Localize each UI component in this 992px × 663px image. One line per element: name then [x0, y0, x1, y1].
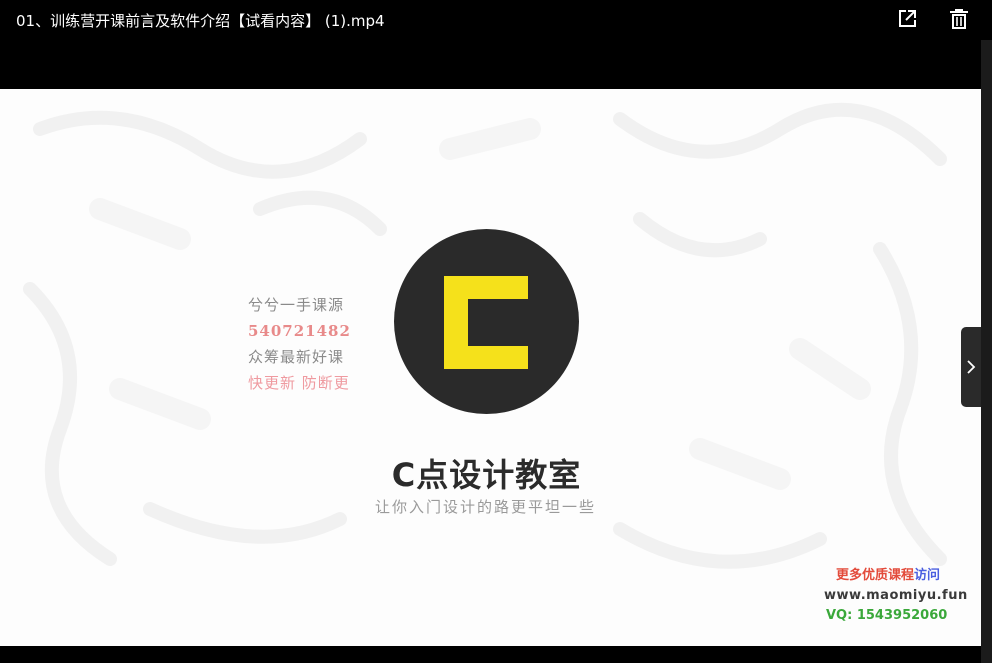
text-watermark: 兮兮一手课源 540721482 众筹最新好课 快更新 防断更	[248, 292, 368, 396]
watermark-line: 兮兮一手课源	[248, 296, 345, 314]
open-external-button[interactable]	[894, 6, 920, 32]
brand-slogan: 让你入门设计的路更平坦一些	[374, 498, 596, 516]
corner-watermark-line3: VQ: 1543952060	[826, 608, 948, 623]
corner-watermark-line2: www.maomiyu.fun	[824, 588, 968, 603]
title-bar: 01、训练营开课前言及软件介绍【试看内容】 (1).mp4	[0, 0, 992, 40]
delete-button[interactable]	[946, 6, 972, 32]
watermark-line: 快更新 防断更	[248, 374, 350, 392]
open-in-new-icon	[899, 10, 916, 27]
corner-watermark-line1: 更多优质课程访问	[836, 568, 941, 583]
next-item-button[interactable]	[961, 327, 981, 407]
chevron-right-icon	[967, 360, 976, 374]
video-frame[interactable]: C点设计教室 让你入门设计的路更平坦一些 兮兮一手课源 540721482 众筹…	[0, 89, 981, 646]
trash-icon	[950, 9, 968, 29]
file-title: 01、训练营开课前言及软件介绍【试看内容】 (1).mp4	[16, 12, 385, 30]
watermark-line: 540721482	[248, 322, 351, 340]
media-viewer: 01、训练营开课前言及软件介绍【试看内容】 (1).mp4 C点设计教室 让你入…	[0, 0, 992, 663]
watermark-line: 众筹最新好课	[248, 348, 345, 366]
corner-watermark: 更多优质课程访问 www.maomiyu.fun VQ: 1543952060	[822, 566, 972, 626]
scrollbar-track[interactable]	[981, 40, 992, 663]
brand-logo	[394, 229, 579, 414]
brand-name: C点设计教室	[391, 456, 582, 494]
